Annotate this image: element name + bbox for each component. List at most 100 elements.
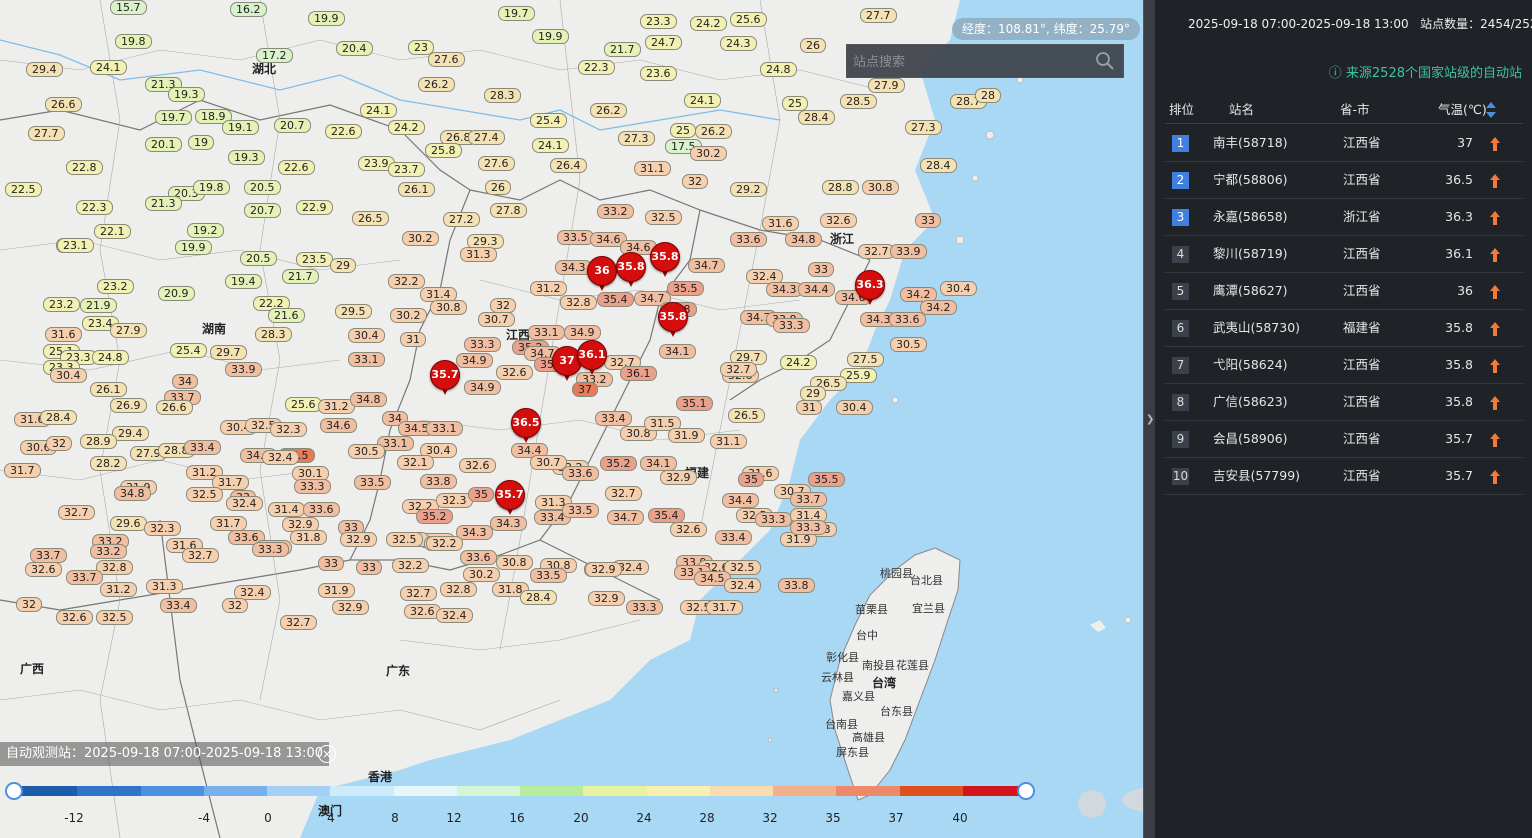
- station-temp-label[interactable]: 33.3: [773, 318, 810, 333]
- station-temp-label[interactable]: 35.5: [808, 472, 845, 487]
- station-temp-label[interactable]: 26.1: [398, 182, 435, 197]
- station-temp-label[interactable]: 24.1: [532, 138, 569, 153]
- legend-min-handle[interactable]: [5, 782, 23, 800]
- close-icon[interactable]: ×: [318, 745, 336, 763]
- station-temp-label[interactable]: 32.6: [25, 562, 62, 577]
- station-temp-label[interactable]: 32.6: [670, 522, 707, 537]
- station-temp-label[interactable]: 33.3: [790, 520, 827, 535]
- station-temp-label[interactable]: 33.3: [464, 337, 501, 352]
- station-temp-label[interactable]: 31.7: [4, 463, 41, 478]
- station-temp-label[interactable]: 25: [782, 96, 808, 111]
- station-temp-label[interactable]: 32.9: [340, 532, 377, 547]
- station-temp-label[interactable]: 27.2: [443, 212, 480, 227]
- station-temp-label[interactable]: 33.5: [530, 568, 567, 583]
- station-temp-label[interactable]: 19.3: [168, 87, 205, 102]
- station-temp-label[interactable]: 30.4: [836, 400, 873, 415]
- sort-icon[interactable]: [1485, 101, 1497, 119]
- station-temp-label[interactable]: 20.7: [274, 118, 311, 133]
- station-temp-label[interactable]: 32.5: [386, 532, 423, 547]
- station-temp-label[interactable]: 33.2: [597, 204, 634, 219]
- station-temp-label[interactable]: 23.5: [296, 252, 333, 267]
- station-temp-label[interactable]: 28: [975, 88, 1001, 103]
- station-temp-label[interactable]: 32.7: [720, 362, 757, 377]
- station-temp-label[interactable]: 35.2: [416, 509, 453, 524]
- station-temp-label[interactable]: 35: [468, 487, 494, 502]
- ranking-row[interactable]: 1 南丰(58718) 江西省 37: [1165, 125, 1523, 162]
- station-temp-label[interactable]: 30.4: [940, 281, 977, 296]
- station-temp-label[interactable]: 33.3: [294, 479, 331, 494]
- station-pin[interactable]: 35.7: [430, 360, 460, 400]
- station-temp-label[interactable]: 34.4: [722, 493, 759, 508]
- legend-max-handle[interactable]: [1017, 782, 1035, 800]
- station-temp-label[interactable]: 28.3: [255, 327, 292, 342]
- station-temp-label[interactable]: 33: [356, 560, 382, 575]
- station-temp-label[interactable]: 32.6: [404, 604, 441, 619]
- station-temp-label[interactable]: 24.3: [720, 36, 757, 51]
- station-temp-label[interactable]: 34.9: [456, 353, 493, 368]
- station-temp-label[interactable]: 33.3: [626, 600, 663, 615]
- station-temp-label[interactable]: 32.8: [440, 582, 477, 597]
- station-temp-label[interactable]: 32.2: [392, 558, 429, 573]
- station-pin[interactable]: 36.1: [577, 340, 607, 380]
- station-temp-label[interactable]: 32.8: [560, 295, 597, 310]
- station-temp-label[interactable]: 30.8: [496, 555, 533, 570]
- station-temp-label[interactable]: 33.4: [715, 530, 752, 545]
- station-temp-label[interactable]: 27.7: [860, 8, 897, 23]
- station-temp-label[interactable]: 25.4: [170, 343, 207, 358]
- station-temp-label[interactable]: 29.6: [110, 516, 147, 531]
- station-temp-label[interactable]: 33: [915, 213, 941, 228]
- station-temp-label[interactable]: 32.4: [724, 578, 761, 593]
- station-temp-label[interactable]: 32.7: [58, 505, 95, 520]
- station-temp-label[interactable]: 30.4: [348, 328, 385, 343]
- ranking-row[interactable]: 4 黎川(58719) 江西省 36.1: [1165, 236, 1523, 273]
- station-temp-label[interactable]: 33.8: [778, 578, 815, 593]
- station-temp-label[interactable]: 33.5: [562, 503, 599, 518]
- station-temp-label[interactable]: 22.5: [5, 182, 42, 197]
- station-temp-label[interactable]: 20.1: [145, 137, 182, 152]
- station-temp-label[interactable]: 32.9: [660, 470, 697, 485]
- station-temp-label[interactable]: 33.6: [303, 502, 340, 517]
- station-temp-label[interactable]: 36.1: [620, 366, 657, 381]
- station-temp-label[interactable]: 31.9: [668, 428, 705, 443]
- station-temp-label[interactable]: 22.9: [296, 200, 333, 215]
- station-temp-label[interactable]: 27.6: [428, 52, 465, 67]
- ranking-row[interactable]: 8 广信(58623) 江西省 35.8: [1165, 384, 1523, 421]
- station-temp-label[interactable]: 22.3: [578, 60, 615, 75]
- station-temp-label[interactable]: 34.8: [350, 392, 387, 407]
- station-temp-label[interactable]: 33: [318, 556, 344, 571]
- station-temp-label[interactable]: 31.2: [100, 582, 137, 597]
- station-temp-label[interactable]: 34.9: [564, 325, 601, 340]
- station-temp-label[interactable]: 26.2: [695, 124, 732, 139]
- ranking-row[interactable]: 10 吉安县(57799) 江西省 35.7: [1165, 458, 1523, 495]
- station-temp-label[interactable]: 33.3: [252, 542, 289, 557]
- station-temp-label[interactable]: 26: [800, 38, 826, 53]
- ranking-row[interactable]: 2 宁都(58806) 江西省 36.5: [1165, 162, 1523, 199]
- station-temp-label[interactable]: 34.7: [688, 258, 725, 273]
- station-temp-label[interactable]: 30.8: [430, 300, 467, 315]
- station-temp-label[interactable]: 30.5: [348, 444, 385, 459]
- station-temp-label[interactable]: 31.4: [268, 502, 305, 517]
- station-temp-label[interactable]: 19.9: [532, 29, 569, 44]
- station-temp-label[interactable]: 31.2: [530, 281, 567, 296]
- station-temp-label[interactable]: 31.1: [710, 434, 747, 449]
- station-temp-label[interactable]: 33.4: [184, 440, 221, 455]
- station-temp-label[interactable]: 27.3: [905, 120, 942, 135]
- station-temp-label[interactable]: 30.4: [50, 368, 87, 383]
- station-temp-label[interactable]: 24.1: [360, 103, 397, 118]
- collapse-arrow-icon[interactable]: ❯: [1146, 414, 1154, 425]
- station-temp-label[interactable]: 21.7: [604, 42, 641, 57]
- search-icon[interactable]: [1095, 51, 1115, 71]
- station-temp-label[interactable]: 33.5: [557, 230, 594, 245]
- station-temp-label[interactable]: 28.4: [920, 158, 957, 173]
- station-temp-label[interactable]: 33.1: [348, 352, 385, 367]
- station-temp-label[interactable]: 31: [400, 332, 426, 347]
- station-temp-label[interactable]: 29.5: [335, 304, 372, 319]
- station-temp-label[interactable]: 32.4: [262, 450, 299, 465]
- station-temp-label[interactable]: 32.6: [496, 365, 533, 380]
- station-temp-label[interactable]: 25: [670, 123, 696, 138]
- station-temp-label[interactable]: 35.5: [667, 281, 704, 296]
- station-temp-label[interactable]: 21.3: [145, 196, 182, 211]
- station-temp-label[interactable]: 29.4: [26, 62, 63, 77]
- station-temp-label[interactable]: 21.7: [282, 269, 319, 284]
- station-temp-label[interactable]: 24.7: [645, 35, 682, 50]
